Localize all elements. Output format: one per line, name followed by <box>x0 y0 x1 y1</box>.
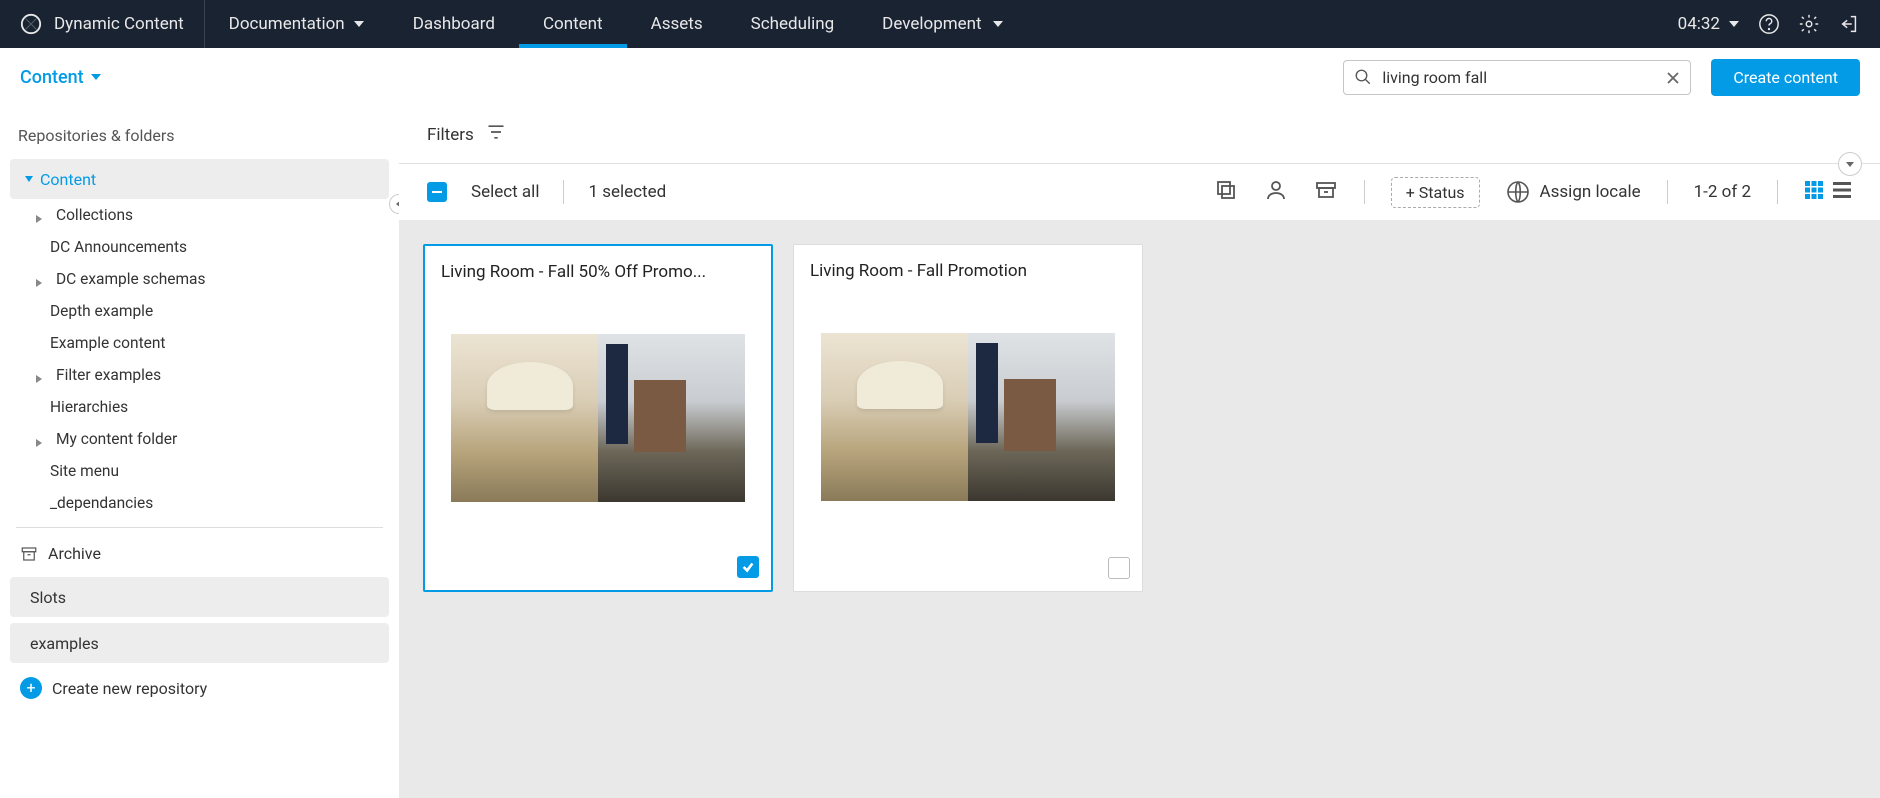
assign-locale-button[interactable]: Assign locale <box>1506 180 1641 204</box>
main: Repositories & folders Content Collectio… <box>0 106 1880 798</box>
gear-icon[interactable] <box>1798 13 1820 35</box>
card-title: Living Room - Fall Promotion <box>810 261 1126 281</box>
create-repo-label: Create new repository <box>52 679 207 698</box>
create-content-button[interactable]: Create content <box>1711 59 1860 96</box>
divider <box>16 527 383 528</box>
tab-development[interactable]: Development <box>858 0 1027 48</box>
sidebar: Repositories & folders Content Collectio… <box>0 106 399 798</box>
plus-icon: + <box>20 677 42 699</box>
chevron-right-icon <box>34 274 44 284</box>
card-thumbnail <box>821 333 1115 501</box>
search-box[interactable] <box>1343 60 1691 95</box>
sidebar-item-example-content[interactable]: Example content <box>10 327 389 359</box>
globe-icon <box>1506 180 1530 204</box>
chevron-down-icon <box>1845 159 1855 169</box>
card-title: Living Room - Fall 50% Off Promo... <box>441 262 755 282</box>
subbar-right: Create content <box>1343 59 1860 96</box>
sidebar-section-examples[interactable]: examples <box>10 623 389 663</box>
nav-tabs: Dashboard Content Assets Scheduling Deve… <box>389 0 1028 48</box>
divider <box>563 180 564 204</box>
sidebar-item-my-content-folder[interactable]: My content folder <box>10 423 389 455</box>
tab-content[interactable]: Content <box>519 0 627 48</box>
chevron-down-icon <box>992 18 1004 30</box>
sidebar-item-dc-example-schemas[interactable]: DC example schemas <box>10 263 389 295</box>
time-display[interactable]: 04:32 <box>1678 14 1740 34</box>
assign-locale-label: Assign locale <box>1540 182 1641 202</box>
card-checkbox[interactable] <box>737 556 759 578</box>
brand-title: Dynamic Content <box>54 14 184 34</box>
sidebar-item-filter-examples[interactable]: Filter examples <box>10 359 389 391</box>
documentation-label: Documentation <box>229 14 345 34</box>
content-scope-label: Content <box>20 67 84 88</box>
sidebar-item-hierarchies[interactable]: Hierarchies <box>10 391 389 423</box>
content-card[interactable]: Living Room - Fall Promotion <box>793 244 1143 592</box>
filter-icon[interactable] <box>486 122 506 147</box>
add-status-button[interactable]: + Status <box>1391 177 1480 208</box>
archive-action-icon[interactable] <box>1314 178 1338 206</box>
sidebar-item-dc-announcements[interactable]: DC Announcements <box>10 231 389 263</box>
sidebar-root-content[interactable]: Content <box>10 159 389 199</box>
subbar: Content Create content <box>0 48 1880 106</box>
chevron-down-icon <box>90 71 102 83</box>
divider <box>1667 180 1668 204</box>
chevron-down-icon <box>353 18 365 30</box>
archive-label: Archive <box>48 544 101 563</box>
archive-icon <box>20 545 38 563</box>
pager: 1-2 of 2 <box>1694 182 1751 202</box>
tab-dashboard[interactable]: Dashboard <box>389 0 519 48</box>
topbar: Dynamic Content Documentation Dashboard … <box>0 0 1880 48</box>
toolbar-expand-handle[interactable] <box>1838 152 1862 176</box>
filters-label: Filters <box>427 125 474 145</box>
copy-icon[interactable] <box>1214 178 1238 206</box>
filters-row: Filters <box>399 106 1880 164</box>
chevron-right-icon <box>34 370 44 380</box>
sidebar-heading: Repositories & folders <box>10 118 389 159</box>
toolbar-right: + Status Assign locale 1-2 of 2 <box>1214 177 1852 208</box>
divider <box>1777 180 1778 204</box>
divider <box>1364 180 1365 204</box>
sidebar-section-slots[interactable]: Slots <box>10 577 389 617</box>
view-toggle <box>1804 180 1852 204</box>
list-view-icon[interactable] <box>1832 180 1852 204</box>
search-input[interactable] <box>1382 68 1656 87</box>
content-area: Filters Select all 1 selected <box>399 106 1880 798</box>
logout-icon[interactable] <box>1838 13 1860 35</box>
chevron-right-icon <box>34 434 44 444</box>
sidebar-root-label: Content <box>40 170 96 189</box>
chevron-down-icon <box>1728 18 1740 30</box>
search-icon <box>1354 68 1372 86</box>
brand-logo-icon <box>20 13 42 35</box>
clear-search-icon[interactable] <box>1666 70 1680 84</box>
selected-count: 1 selected <box>588 182 666 202</box>
chevron-right-icon <box>34 210 44 220</box>
chevron-down-icon <box>24 174 34 184</box>
documentation-menu[interactable]: Documentation <box>205 0 389 48</box>
collapse-sidebar-handle[interactable] <box>389 194 399 214</box>
select-all-label: Select all <box>471 182 539 202</box>
toolbar-row: Select all 1 selected + Status Assign lo… <box>399 164 1880 220</box>
grid-view-icon[interactable] <box>1804 180 1824 204</box>
sidebar-item-dependancies[interactable]: _dependancies <box>10 487 389 519</box>
content-card[interactable]: Living Room - Fall 50% Off Promo... <box>423 244 773 592</box>
sidebar-item-depth-example[interactable]: Depth example <box>10 295 389 327</box>
brand-region[interactable]: Dynamic Content <box>0 0 205 48</box>
card-thumbnail <box>451 334 745 502</box>
content-scope-dropdown[interactable]: Content <box>20 67 102 88</box>
select-all-checkbox[interactable] <box>427 182 447 202</box>
sidebar-item-site-menu[interactable]: Site menu <box>10 455 389 487</box>
create-repository-button[interactable]: + Create new repository <box>10 663 389 713</box>
sidebar-archive[interactable]: Archive <box>10 536 389 571</box>
cards-grid: Living Room - Fall 50% Off Promo... Livi… <box>399 220 1880 616</box>
tab-scheduling[interactable]: Scheduling <box>727 0 859 48</box>
user-icon[interactable] <box>1264 178 1288 206</box>
topbar-right: 04:32 <box>1678 0 1880 48</box>
tab-assets[interactable]: Assets <box>627 0 727 48</box>
card-checkbox[interactable] <box>1108 557 1130 579</box>
sidebar-item-collections[interactable]: Collections <box>10 199 389 231</box>
help-icon[interactable] <box>1758 13 1780 35</box>
time-value: 04:32 <box>1678 14 1720 34</box>
chevron-left-icon <box>394 199 399 209</box>
